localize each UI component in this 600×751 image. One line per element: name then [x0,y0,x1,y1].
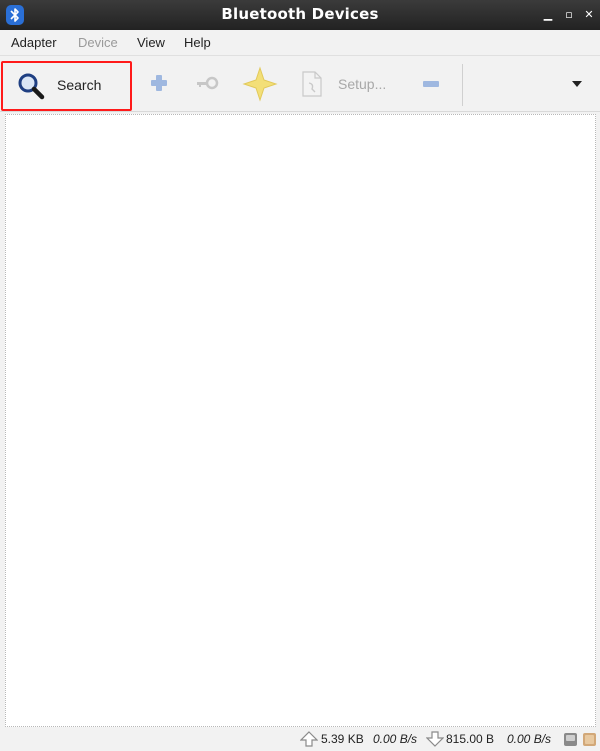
document-icon [302,71,322,97]
download-rate: 0.00 B/s [507,732,552,746]
upload-arrow-icon [300,731,318,747]
menu-adapter[interactable]: Adapter [11,30,57,56]
status-bar: 5.39 KB 0.00 B/s 815.00 B 0.00 B/s [0,728,600,751]
setup-button-label: Setup... [338,76,387,92]
maximize-button[interactable]: ▫ [561,7,577,23]
menu-help[interactable]: Help [184,30,211,56]
trust-device-button[interactable] [240,56,280,112]
upload-rate: 0.00 B/s [373,732,418,746]
download-arrow-icon [426,731,444,747]
bluetooth-devices-window: Bluetooth Devices ▁ ▫ ✕ Adapter Device V… [0,0,600,751]
close-button[interactable]: ✕ [581,7,597,23]
key-icon [197,76,219,90]
magnifier-icon [18,73,45,100]
menu-device[interactable]: Device [78,30,118,56]
menu-bar: Adapter Device View Help [0,30,600,56]
connection-status-icon [583,733,596,746]
minus-icon [423,81,439,87]
device-list[interactable] [5,114,596,727]
title-bar[interactable]: Bluetooth Devices ▁ ▫ ✕ [0,0,600,30]
chevron-down-icon [572,81,582,87]
add-device-button[interactable] [146,56,172,112]
plus-icon [151,75,167,91]
download-total: 815.00 B [446,732,495,746]
minimize-button[interactable]: ▁ [540,7,556,23]
search-button[interactable]: Search [1,61,132,111]
window-title: Bluetooth Devices [221,5,379,23]
toolbar: Search Setup... [0,56,600,112]
toolbar-overflow-button[interactable] [562,56,592,112]
menu-view[interactable]: View [137,30,165,56]
search-button-label: Search [57,77,102,93]
adapter-status-icon [564,733,577,746]
setup-button[interactable]: Setup... [298,56,398,112]
toolbar-separator [462,64,463,106]
remove-device-button[interactable] [418,56,444,112]
pair-device-button[interactable] [193,56,221,112]
star-icon [242,66,278,102]
upload-total: 5.39 KB [321,732,364,746]
